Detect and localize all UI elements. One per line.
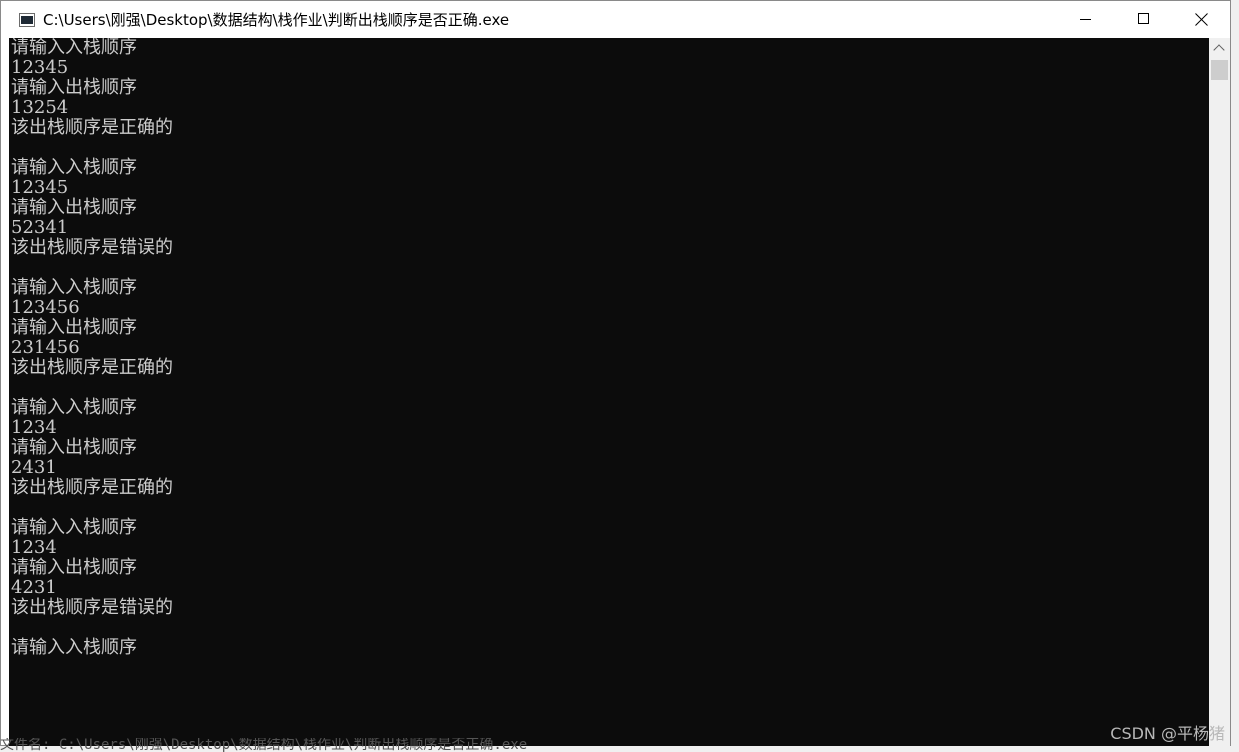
- console-line: 请输入入栈顺序: [11, 397, 137, 418]
- console-line: 该出栈顺序是正确的: [11, 477, 173, 498]
- minimize-button[interactable]: [1056, 1, 1114, 38]
- console-line: 请输入入栈顺序: [11, 637, 137, 658]
- console-line: 请输入入栈顺序: [11, 157, 137, 178]
- console-line: 2431: [11, 457, 57, 478]
- console-line: 请输入出栈顺序: [11, 197, 137, 218]
- console-line: 该出栈顺序是错误的: [11, 237, 173, 258]
- scroll-up-arrow-icon[interactable]: [1209, 38, 1230, 59]
- console-line: 1234: [11, 417, 57, 438]
- console-line: 请输入出栈顺序: [11, 557, 137, 578]
- background-window-text: 文件名: C:\Users\刚强\Desktop\数据结构\栈作业\判断出栈顺序…: [0, 738, 528, 752]
- minimize-icon: [1080, 19, 1091, 20]
- console-line: 12345: [11, 57, 69, 78]
- console-line: 请输入出栈顺序: [11, 437, 137, 458]
- scroll-thumb[interactable]: [1211, 60, 1228, 80]
- console-line: 13254: [11, 97, 69, 118]
- console-line: 4231: [11, 577, 57, 598]
- console-line: 52341: [11, 217, 69, 238]
- console-line: 请输入入栈顺序: [11, 277, 137, 298]
- console-line: 1234: [11, 537, 57, 558]
- console-app-icon[interactable]: [19, 12, 35, 27]
- console-line: 请输入出栈顺序: [11, 317, 137, 338]
- maximize-button[interactable]: [1114, 1, 1172, 38]
- vertical-scrollbar[interactable]: [1209, 38, 1230, 746]
- close-button[interactable]: [1172, 1, 1230, 38]
- console-line: 请输入入栈顺序: [11, 38, 137, 58]
- window-controls: [1056, 1, 1230, 38]
- console-output[interactable]: 请输入入栈顺序 12345 请输入出栈顺序 13254 该出栈顺序是正确的 请输入入栈顺序…: [9, 38, 1209, 746]
- window-title: C:\Users\刚强\Desktop\数据结构\栈作业\判断出栈顺序是否正确.…: [43, 11, 510, 29]
- watermark: CSDN @平杨猪: [1110, 724, 1225, 743]
- console-line: 请输入出栈顺序: [11, 77, 137, 98]
- console-window: C:\Users\刚强\Desktop\数据结构\栈作业\判断出栈顺序是否正确.…: [0, 0, 1231, 746]
- console-line: 该出栈顺序是正确的: [11, 357, 173, 378]
- maximize-icon: [1138, 13, 1149, 24]
- console-line: 231456: [11, 337, 80, 358]
- console-line: 请输入入栈顺序: [11, 517, 137, 538]
- console-line: 12345: [11, 177, 69, 198]
- console-line: 123456: [11, 297, 80, 318]
- console-line: 该出栈顺序是正确的: [11, 117, 173, 138]
- close-icon: [1195, 13, 1208, 26]
- console-line: 该出栈顺序是错误的: [11, 597, 173, 618]
- title-bar[interactable]: C:\Users\刚强\Desktop\数据结构\栈作业\判断出栈顺序是否正确.…: [1, 1, 1230, 38]
